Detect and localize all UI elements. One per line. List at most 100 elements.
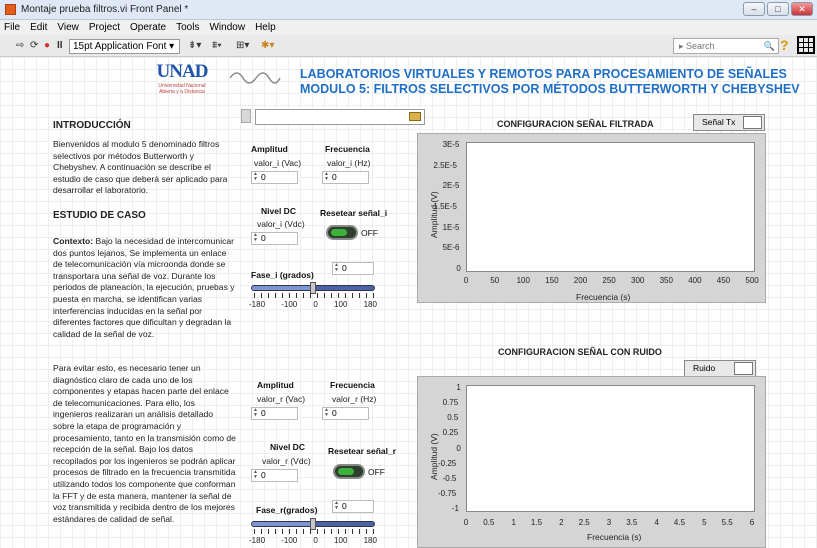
graph1-plot-area[interactable] [466,142,755,272]
graph2-y-tick-label: -0.5 [442,473,457,483]
menu-help[interactable]: Help [255,22,276,33]
nivel-dc-r-input[interactable]: ▲ ▼ 0 [251,469,298,482]
amplitud-i-input[interactable]: ▲ ▼ 0 [251,171,298,184]
header-title-line2: MODULO 5: FILTROS SELECTIVOS POR MÉTODOS… [300,82,800,96]
graph1-x-tick-label: 200 [573,276,588,285]
search-icon[interactable]: 🔍 [764,39,775,53]
menu-window[interactable]: Window [209,22,245,33]
menu-edit[interactable]: Edit [30,22,47,33]
resize-objects-icon[interactable]: ⊞▾ [236,39,249,53]
reset-r-label: Resetear señal_r [328,446,397,456]
graph1-legend[interactable]: Señal Tx [693,114,765,131]
graph2-plot-area[interactable] [466,385,755,512]
frecuencia-r-input[interactable]: ▲ ▼ 0 [322,407,369,420]
toolbar: ⇨ ⟳ ● II 15pt Application Font ▾ ⇟▾ ⩩▾ ⊞… [0,35,817,57]
graph2-x-tick-label: 3.5 [626,518,638,527]
menu-operate[interactable]: Operate [130,22,166,33]
spinner-icon[interactable]: ▲ ▼ [324,408,331,419]
run-continuous-icon[interactable]: ⟳ [30,39,38,53]
align-objects-icon[interactable]: ⇟▾ [188,39,201,53]
unad-logo: UNAD Universidad Nacional Abierta y a Di… [156,61,209,95]
frecuencia-i-sublabel: valor_i (Hz) [327,158,371,168]
search-input[interactable]: ▸ Search 🔍 [673,38,779,54]
menu-project[interactable]: Project [89,22,120,33]
plot-line-icon[interactable] [734,362,753,375]
fase-r-label: Fase_r(grados) [256,505,318,515]
menu-view[interactable]: View [57,22,79,33]
nivel-dc-i-input[interactable]: ▲ ▼ 0 [251,232,298,245]
graph1-ylabel: Amplitud (V) [429,191,439,238]
graph2-y-tick-label: 1 [456,383,461,392]
reorder-icon[interactable]: ✱▾ [261,39,274,53]
menu-file[interactable]: File [4,22,20,33]
fase-i-ticks [254,293,374,298]
frecuencia-i-input[interactable]: ▲ ▼ 0 [322,171,369,184]
graph1-y-tick-label: 1E-5 [442,222,460,232]
labview-app-icon [5,4,16,15]
minimize-button[interactable]: – [743,2,765,16]
graph2-ylabel: Amplitud (V) [429,433,439,480]
folder-icon[interactable] [409,112,421,121]
graph2-xlabel: Frecuencia (s) [587,532,642,542]
spinner-icon[interactable]: ▲ ▼ [253,470,260,481]
graph2-y-tick-label: -0.75 [438,488,457,498]
spinner-icon[interactable]: ▲ ▼ [253,233,260,244]
graph2-x-tick-label: 1.5 [530,518,543,527]
nivel-dc-i-label: Nivel DC [261,206,296,216]
reset-i-toggle[interactable] [326,225,358,240]
spinner-icon[interactable]: ▲ ▼ [324,172,331,183]
close-button[interactable]: ✕ [791,2,813,16]
graph1-x-tick-label: 500 [745,276,759,285]
graph2-x-tick-label: 4.5 [673,518,686,527]
graph1-y-tick-label: 2.5E-5 [433,160,457,170]
connector-pane-icon[interactable] [797,36,815,54]
fase-i-input[interactable]: ▲ ▼ 0 [332,262,374,275]
fase-r-slider-fill [252,522,313,526]
graph1-x-tick-label: 50 [490,276,500,285]
menu-bar: File Edit View Project Operate Tools Win… [0,20,817,35]
fase-i-slider[interactable] [251,282,375,294]
vertical-scrollbar-top[interactable] [241,109,251,123]
graph2-x-tick-label: 4 [654,518,659,527]
case-study-title: ESTUDIO DE CASO [53,210,146,221]
graph2-title: CONFIGURACION SEÑAL CON RUIDO [498,347,662,357]
window-title: Montaje prueba filtros.vi Front Panel * [21,4,189,15]
graph1-x-tick-label: 250 [602,276,616,285]
amplitud-r-input[interactable]: ▲ ▼ 0 [251,407,298,420]
fase-i-scale: -180 -100 0 100 180 [249,300,377,309]
graph2-x-tick-label: 1 [511,518,516,527]
frecuencia-i-label: Frecuencia [325,144,370,154]
graph1-x-tick-label: 400 [688,276,702,285]
graph2-y-tick-label: -0.25 [438,458,457,468]
intro-text: Bienvenidos al modulo 5 denominado filtr… [53,139,228,196]
font-select[interactable]: 15pt Application Font ▾ [69,39,180,54]
spinner-icon[interactable]: ▲ ▼ [253,408,260,419]
reset-i-state: OFF [361,228,378,238]
graph1-y-tick-label: 1.5E-5 [433,202,457,211]
window-controls: – □ ✕ [743,2,813,16]
graph2-x-tick-label: 0.5 [483,518,495,527]
fase-r-slider[interactable] [251,518,375,530]
file-path-control[interactable] [255,109,425,125]
nivel-dc-i-sublabel: valor_i (Vdc) [257,219,305,229]
graph1-x-tick-label: 450 [716,276,731,285]
plot-line-icon[interactable] [743,116,762,129]
pause-icon[interactable]: II [57,39,63,53]
help-icon[interactable]: ? [780,37,789,53]
spinner-icon[interactable]: ▲ ▼ [253,172,260,183]
run-arrow-icon[interactable]: ⇨ [16,39,24,53]
abort-icon[interactable]: ● [44,39,50,53]
spinner-icon[interactable]: ▲ ▼ [334,501,341,512]
menu-tools[interactable]: Tools [176,22,199,33]
graph2-legend[interactable]: Ruido [684,360,756,377]
fase-r-input[interactable]: ▲ ▼ 0 [332,500,374,513]
maximize-button[interactable]: □ [767,2,789,16]
reset-r-toggle[interactable] [333,464,365,479]
graph1-x-tick-label: 150 [545,276,559,285]
graph2-x-tick-label: 5.5 [721,518,733,527]
graph1-title: CONFIGURACION SEÑAL FILTRADA [497,119,654,129]
spinner-icon[interactable]: ▲ ▼ [334,263,341,274]
distribute-objects-icon[interactable]: ⩩▾ [212,39,222,53]
fase-r-ticks [254,529,374,534]
title-bar: Montaje prueba filtros.vi Front Panel * … [0,0,817,20]
